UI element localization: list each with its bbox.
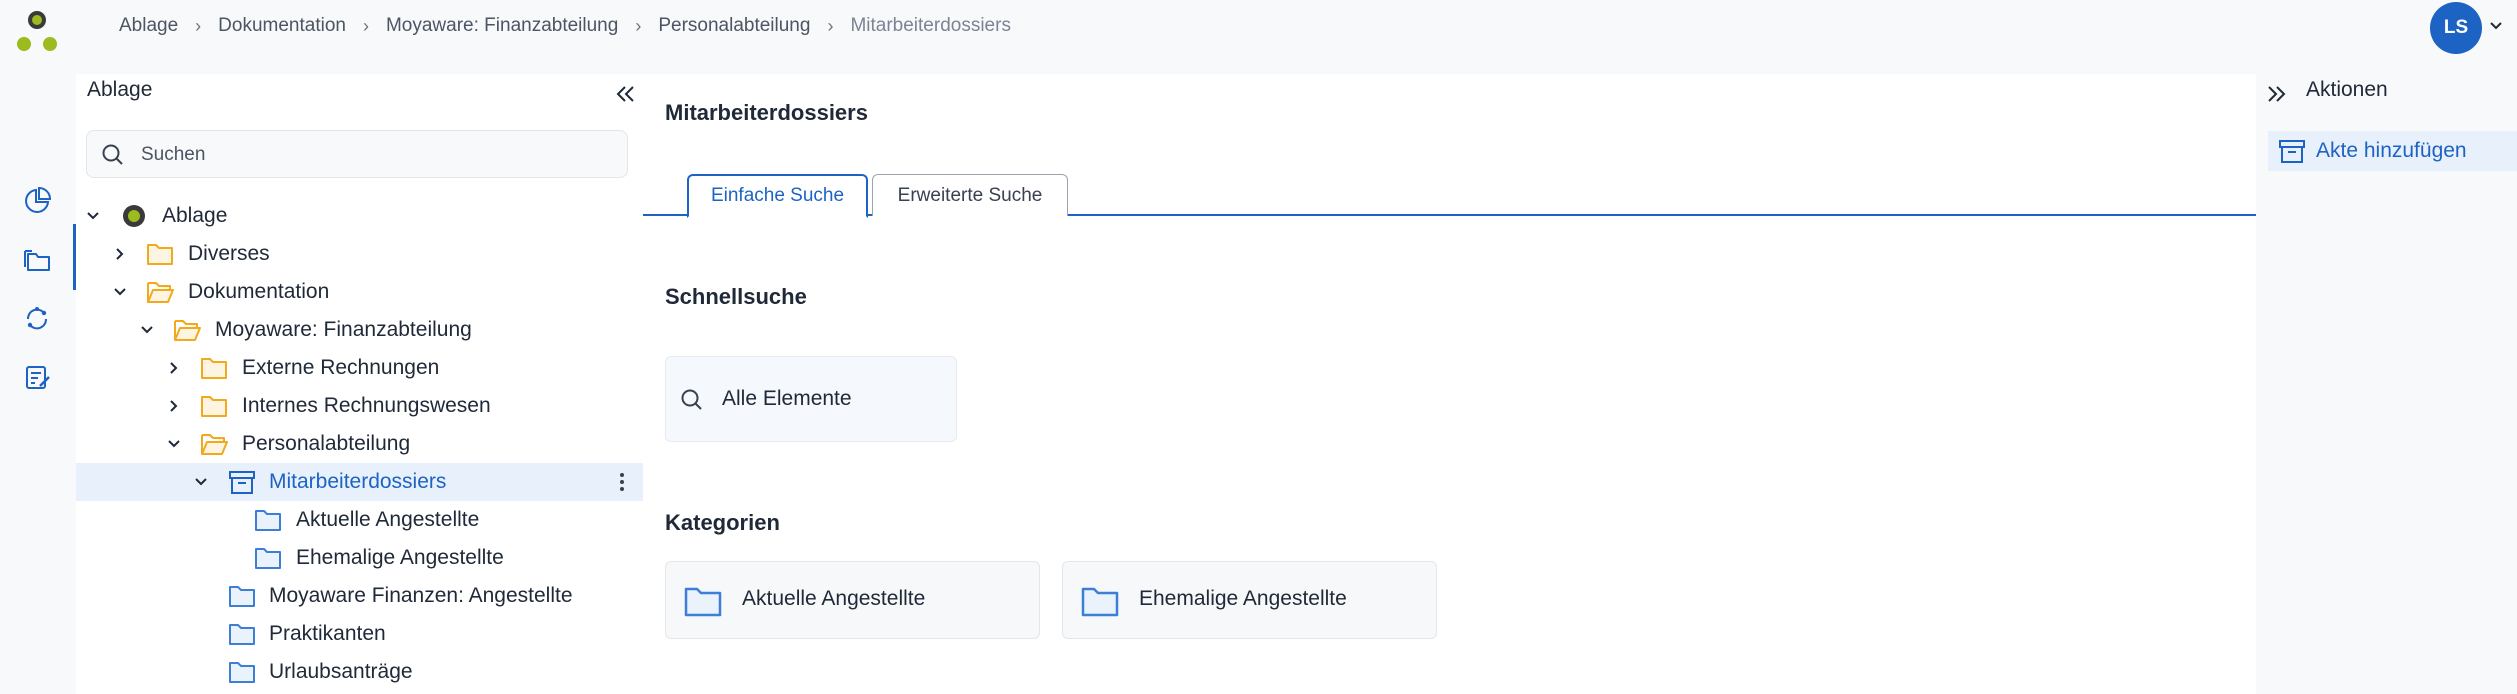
breadcrumb-item-personalabteilung[interactable]: Personalabteilung — [658, 15, 810, 37]
chevron-right-icon[interactable] — [165, 359, 183, 377]
tree-item-ehemalige-angestellte[interactable]: Ehemalige Angestellte — [76, 539, 643, 577]
tree-item-label: Aktuelle Angestellte — [296, 508, 480, 531]
folder-yellow-icon — [201, 358, 227, 379]
more-options-icon[interactable] — [612, 471, 632, 493]
tree-item-label: Dokumentation — [188, 280, 330, 303]
categories-title: Kategorien — [665, 510, 780, 535]
tree-item-diverses[interactable]: Diverses — [76, 235, 643, 273]
chevron-right-icon: › — [362, 15, 369, 36]
category-aktuelle-angestellte[interactable]: Aktuelle Angestellte — [665, 561, 1040, 639]
breadcrumb-item-dokumentation[interactable]: Dokumentation — [218, 15, 346, 37]
tree-panel-title: Ablage — [87, 78, 153, 101]
folder-blue-icon — [229, 662, 255, 683]
dashboard-icon[interactable] — [22, 186, 52, 216]
chevron-down-icon[interactable] — [2488, 18, 2504, 34]
root-logo-icon — [123, 205, 145, 227]
tree-item-label: Moyaware Finanzen: Angestellte — [269, 584, 573, 607]
breadcrumb-item-current: Mitarbeiterdossiers — [850, 15, 1011, 36]
quick-search-label: Alle Elemente — [722, 387, 852, 410]
breadcrumb-item-finanzabteilung[interactable]: Moyaware: Finanzabteilung — [386, 15, 618, 37]
tree-item-ablage[interactable]: Ablage — [76, 197, 643, 235]
icon-rail — [0, 74, 76, 694]
folder-blue-icon — [684, 587, 722, 617]
actions-panel: Aktionen Akte hinzufügen — [2256, 74, 2517, 694]
tree-search — [86, 130, 628, 178]
tree-item-label: Diverses — [188, 242, 270, 265]
top-bar: Ablage › Dokumentation › Moyaware: Finan… — [0, 0, 2517, 74]
chevron-down-icon[interactable] — [138, 321, 156, 339]
page-title: Mitarbeiterdossiers — [665, 100, 868, 125]
collapse-panel-icon[interactable] — [614, 82, 638, 106]
chevron-right-icon: › — [195, 15, 202, 36]
chevron-down-icon[interactable] — [111, 283, 129, 301]
tree-item-finanzabteilung[interactable]: Moyaware: Finanzabteilung — [76, 311, 643, 349]
search-icon — [102, 144, 123, 165]
archive-box-icon — [2279, 140, 2305, 163]
category-label: Ehemalige Angestellte — [1139, 587, 1347, 610]
tree-item-label: Internes Rechnungswesen — [242, 394, 491, 417]
folder-blue-icon — [229, 586, 255, 607]
folder-blue-icon — [1081, 587, 1119, 617]
category-label: Aktuelle Angestellte — [742, 587, 926, 610]
app-logo[interactable] — [16, 8, 60, 54]
quick-search-all-items[interactable]: Alle Elemente — [665, 356, 957, 442]
breadcrumb-item-ablage[interactable]: Ablage — [119, 15, 178, 37]
chevron-down-icon[interactable] — [192, 473, 210, 491]
add-file-label: Akte hinzufügen — [2316, 139, 2467, 162]
main-content: Mitarbeiterdossiers Einfache Suche Erwei… — [643, 74, 2257, 694]
tree-item-label: Personalabteilung — [242, 432, 411, 455]
tree-item-label: Ehemalige Angestellte — [296, 546, 504, 569]
archive-box-icon — [229, 471, 255, 494]
chevron-right-icon[interactable] — [165, 397, 183, 415]
tree-item-praktikanten[interactable]: Praktikanten — [76, 615, 643, 653]
chevron-down-icon[interactable] — [165, 435, 183, 453]
folder-blue-icon — [229, 624, 255, 645]
folder-yellow-icon — [147, 244, 173, 265]
folder-yellow-icon — [201, 396, 227, 417]
tree-item-internes-rechnungswesen[interactable]: Internes Rechnungswesen — [76, 387, 643, 425]
chevron-down-icon[interactable] — [84, 207, 102, 225]
tree-panel: Ablage Ablage Diverses Dokumentation Moy… — [76, 74, 643, 694]
chevron-right-icon: › — [635, 15, 642, 36]
chevron-right-icon[interactable] — [111, 245, 129, 263]
tasks-icon[interactable] — [22, 362, 52, 392]
tree-item-label: Mitarbeiterdossiers — [269, 470, 447, 493]
tree-item-urlaubsantraege[interactable]: Urlaubsanträge — [76, 653, 643, 691]
tree-item-label: Praktikanten — [269, 622, 386, 645]
tree-item-mitarbeiterdossiers[interactable]: Mitarbeiterdossiers — [76, 463, 643, 501]
sync-icon[interactable] — [22, 304, 52, 334]
tree-item-label: Externe Rechnungen — [242, 356, 440, 379]
quick-search-title: Schnellsuche — [665, 284, 807, 309]
search-icon — [681, 389, 702, 410]
folder-blue-icon — [255, 548, 281, 569]
search-input[interactable] — [141, 141, 611, 169]
tree-item-aktuelle-angestellte[interactable]: Aktuelle Angestellte — [76, 501, 643, 539]
tab-erweiterte-suche[interactable]: Erweiterte Suche — [872, 174, 1068, 216]
tree-item-personalabteilung[interactable]: Personalabteilung — [76, 425, 643, 463]
folder-open-yellow-icon — [174, 320, 201, 341]
expand-panel-icon[interactable] — [2264, 82, 2288, 106]
tree-item-externe-rechnungen[interactable]: Externe Rechnungen — [76, 349, 643, 387]
tree-item-label: Urlaubsanträge — [269, 660, 413, 683]
tree-item-moyaware-finanzen-angestellte[interactable]: Moyaware Finanzen: Angestellte — [76, 577, 643, 615]
user-avatar[interactable]: LS — [2430, 2, 2482, 54]
actions-title: Aktionen — [2306, 78, 2388, 101]
tree-item-label: Ablage — [162, 204, 228, 227]
tree-item-label: Moyaware: Finanzabteilung — [215, 318, 472, 341]
folder-blue-icon — [255, 510, 281, 531]
tree-item-dokumentation[interactable]: Dokumentation — [76, 273, 643, 311]
folder-open-yellow-icon — [147, 282, 174, 303]
chevron-right-icon: › — [827, 15, 834, 36]
folder-open-yellow-icon — [201, 434, 228, 455]
folders-icon[interactable] — [22, 246, 52, 276]
breadcrumb: Ablage › Dokumentation › Moyaware: Finan… — [119, 14, 1011, 38]
add-file-button[interactable]: Akte hinzufügen — [2268, 131, 2517, 171]
tab-einfache-suche[interactable]: Einfache Suche — [687, 174, 868, 218]
category-ehemalige-angestellte[interactable]: Ehemalige Angestellte — [1062, 561, 1437, 639]
